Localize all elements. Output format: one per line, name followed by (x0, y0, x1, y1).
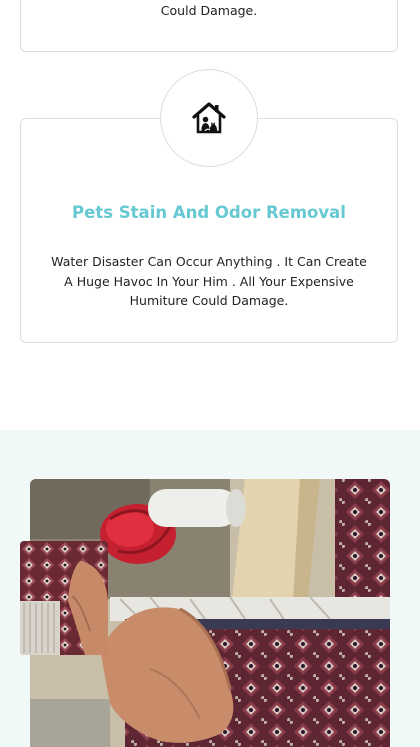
service-card-title: Pets Stain And Odor Removal (72, 203, 346, 222)
rug-detail-photo (20, 541, 108, 655)
service-card-description: Could Damage. (160, 3, 258, 18)
pet-house-icon (191, 100, 227, 136)
service-card-description: Water Disaster Can Occur Anything . It C… (51, 254, 367, 308)
service-card-previous: Could Damage. (20, 0, 398, 52)
service-icon-circle (160, 69, 258, 167)
